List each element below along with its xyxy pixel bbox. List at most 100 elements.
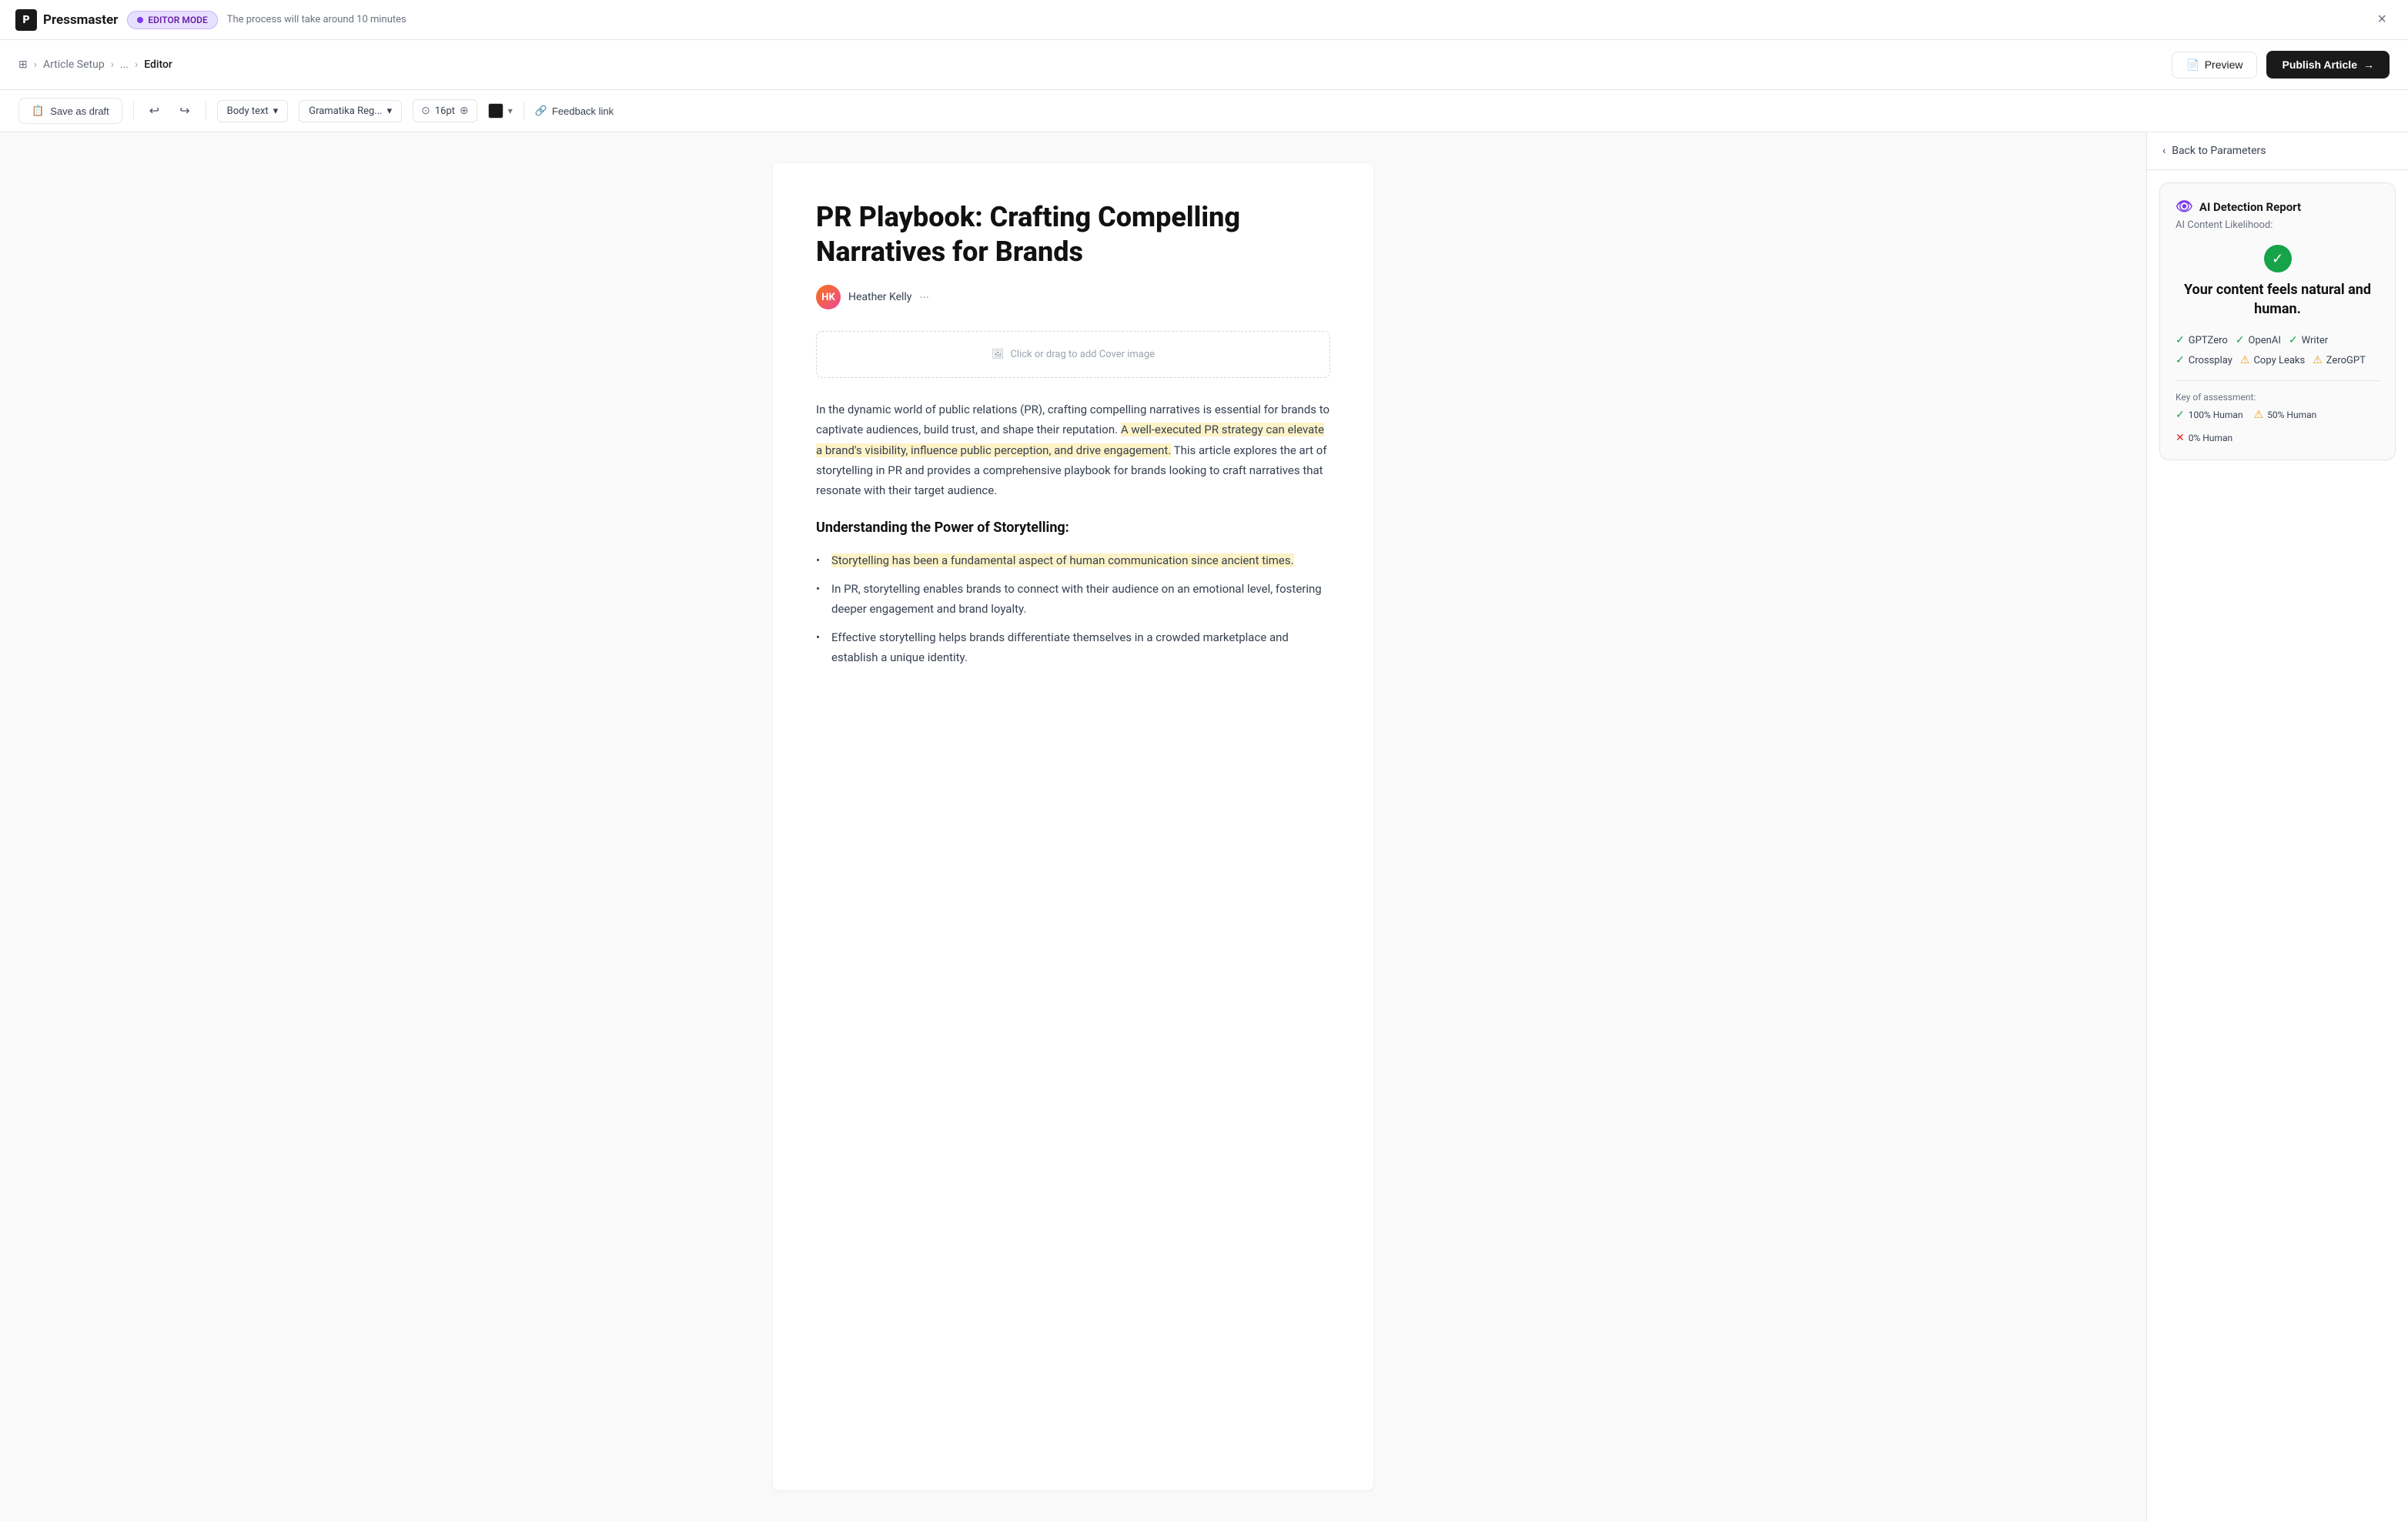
bullet3-text: Effective storytelling helps brands diff…	[831, 630, 1289, 664]
ai-content-label: AI Content Likelihood:	[2176, 219, 2380, 231]
text-style-dropdown[interactable]: Body text ▾	[217, 100, 289, 122]
key-0-label: 0% Human	[2189, 433, 2232, 443]
article-subheading: Understanding the Power of Storytelling:	[816, 516, 1330, 540]
ai-check-icon: ✓	[2264, 245, 2292, 272]
detector-crossplay: ✓ Crossplay	[2176, 354, 2232, 366]
key-red-icon: ✕	[2176, 432, 2185, 444]
key-orange-icon: ⚠	[2254, 409, 2264, 421]
breadcrumb-article-setup[interactable]: Article Setup	[43, 58, 105, 71]
editor-mode-dot	[137, 17, 143, 23]
color-chevron: ▾	[508, 105, 513, 116]
editor-mode-badge: EDITOR MODE	[127, 11, 217, 29]
close-button[interactable]: ×	[2371, 8, 2393, 32]
logo: P Pressmaster	[15, 9, 118, 31]
font-size-plus-icon: ⊕	[460, 105, 469, 117]
toolbar-separator-1	[133, 102, 134, 120]
key-row: ✓ 100% Human ⚠ 50% Human ✕ 0% Human	[2176, 409, 2380, 444]
publish-label: Publish Article	[2282, 58, 2357, 71]
detector-gpt-zero: ✓ GPTZero	[2176, 334, 2228, 346]
editor-content: PR Playbook: Crafting Compelling Narrati…	[773, 163, 1373, 1490]
breadcrumb-dots[interactable]: ...	[120, 58, 129, 71]
breadcrumb: ⊞ › Article Setup › ... › Editor	[18, 58, 172, 71]
font-size-control[interactable]: ⊙ 16pt ⊕	[413, 99, 477, 122]
text-style-label: Body text	[227, 105, 269, 117]
bullet-item-1: Storytelling has been a fundamental aspe…	[816, 551, 1330, 571]
publish-button[interactable]: Publish Article →	[2266, 51, 2390, 79]
key-100-human: ✓ 100% Human	[2176, 409, 2243, 421]
feedback-icon: 🔗	[535, 105, 547, 117]
author-name: Heather Kelly	[848, 291, 911, 303]
detector-crossplay-icon: ✓	[2176, 354, 2185, 366]
preview-label: Preview	[2205, 58, 2243, 71]
key-100-label: 100% Human	[2189, 410, 2243, 420]
ai-result-section: ✓ Your content feels natural and human.	[2176, 245, 2380, 319]
font-size-circle-icon: ⊙	[421, 105, 430, 117]
publish-arrow-icon: →	[2363, 58, 2374, 71]
right-panel: ‹ Back to Parameters 👁 AI Detection Repo…	[2146, 132, 2408, 1521]
font-dropdown[interactable]: Gramatika Reg... ▾	[299, 100, 402, 122]
author-menu-dots[interactable]: ···	[919, 290, 929, 305]
bullet-item-3: Effective storytelling helps brands diff…	[816, 628, 1330, 667]
editor-mode-label: EDITOR MODE	[148, 15, 207, 25]
author-initials: HK	[821, 292, 834, 303]
breadcrumb-actions: 📄 Preview Publish Article →	[2172, 51, 2390, 79]
ai-eye-icon: 👁	[2176, 199, 2193, 215]
breadcrumb-grid-icon[interactable]: ⊞	[18, 58, 28, 71]
cover-image-icon: 🖼	[992, 349, 1005, 360]
font-label: Gramatika Reg...	[309, 105, 382, 117]
top-bar-hint: The process will take around 10 minutes	[227, 14, 406, 25]
article-paragraph-1: In the dynamic world of public relations…	[816, 399, 1330, 500]
detector-zero-gpt-icon: ⚠	[2313, 354, 2323, 366]
top-bar-right: ×	[2371, 8, 2393, 32]
article-title[interactable]: PR Playbook: Crafting Compelling Narrati…	[816, 200, 1330, 269]
bullet1-highlight: Storytelling has been a fundamental aspe…	[831, 553, 1294, 567]
detector-crossplay-label: Crossplay	[2189, 355, 2232, 366]
save-draft-icon: 📋	[32, 105, 44, 117]
detector-openai-label: OpenAI	[2249, 335, 2281, 346]
toolbar-separator-3	[523, 102, 524, 120]
editor-area[interactable]: PR Playbook: Crafting Compelling Narrati…	[0, 132, 2146, 1521]
key-0-human: ✕ 0% Human	[2176, 432, 2232, 444]
detector-writer-icon: ✓	[2289, 334, 2298, 346]
main-layout: PR Playbook: Crafting Compelling Narrati…	[0, 132, 2408, 1521]
ai-detection-report-card: 👁 AI Detection Report AI Content Likelih…	[2159, 182, 2396, 460]
key-assessment-section: Key of assessment: ✓ 100% Human ⚠ 50% Hu…	[2176, 380, 2380, 444]
article-body[interactable]: In the dynamic world of public relations…	[816, 399, 1330, 667]
bullet-item-2: In PR, storytelling enables brands to co…	[816, 580, 1330, 619]
detector-gpt-zero-label: GPTZero	[2189, 335, 2228, 346]
breadcrumb-editor: Editor	[144, 58, 172, 71]
breadcrumb-sep2: ›	[111, 58, 114, 71]
back-to-parameters-button[interactable]: ‹ Back to Parameters	[2147, 132, 2408, 170]
redo-button[interactable]: ↪	[175, 100, 194, 122]
breadcrumb-sep1: ›	[34, 58, 37, 71]
author-avatar: HK	[816, 285, 841, 309]
color-picker[interactable]: ▾	[488, 103, 513, 119]
ai-report-header: 👁 AI Detection Report	[2176, 199, 2380, 215]
detector-zero-gpt-label: ZeroGPT	[2326, 355, 2366, 366]
back-to-parameters-label: Back to Parameters	[2172, 145, 2266, 157]
ai-report-title: AI Detection Report	[2199, 200, 2301, 214]
top-bar-left: P Pressmaster EDITOR MODE The process wi…	[15, 9, 406, 31]
key-50-human: ⚠ 50% Human	[2254, 409, 2317, 421]
ai-detectors-list: ✓ GPTZero ✓ OpenAI ✓ Writer ✓ Crossplay …	[2176, 334, 2380, 366]
detector-copy-leaks: ⚠ Copy Leaks	[2240, 354, 2305, 366]
detector-openai-icon: ✓	[2236, 334, 2245, 346]
detector-writer: ✓ Writer	[2289, 334, 2328, 346]
preview-button[interactable]: 📄 Preview	[2172, 52, 2257, 79]
text-style-chevron: ▾	[273, 105, 279, 117]
font-chevron: ▾	[387, 105, 393, 117]
detector-openai: ✓ OpenAI	[2236, 334, 2281, 346]
detector-zero-gpt: ⚠ ZeroGPT	[2313, 354, 2366, 366]
bullet2-text: In PR, storytelling enables brands to co…	[831, 582, 1322, 616]
logo-icon: P	[15, 9, 37, 31]
font-size-value: 16pt	[435, 105, 455, 117]
cover-image-placeholder[interactable]: 🖼 Click or drag to add Cover image	[816, 331, 1330, 378]
undo-button[interactable]: ↩	[145, 100, 164, 122]
detector-gpt-zero-icon: ✓	[2176, 334, 2185, 346]
detector-copy-leaks-icon: ⚠	[2240, 354, 2250, 366]
save-draft-button[interactable]: 📋 Save as draft	[18, 98, 122, 124]
key-green-icon: ✓	[2176, 409, 2185, 421]
top-bar: P Pressmaster EDITOR MODE The process wi…	[0, 0, 2408, 40]
preview-icon: 📄	[2186, 58, 2199, 72]
feedback-link-button[interactable]: 🔗 Feedback link	[535, 105, 614, 117]
